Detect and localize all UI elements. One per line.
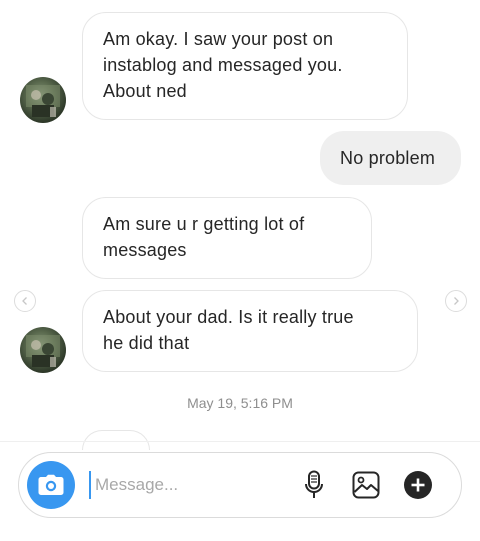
- message-composer: [18, 452, 462, 518]
- message-bubble-incoming[interactable]: Am okay. I saw your post on instablog an…: [82, 12, 408, 120]
- plus-icon: [404, 471, 432, 499]
- message-bubble-partial: [82, 430, 150, 450]
- microphone-icon: [305, 470, 323, 498]
- add-button[interactable]: [403, 470, 433, 500]
- message-bubble-outgoing[interactable]: No problem: [320, 131, 461, 185]
- message-timestamp: May 19, 5:16 PM: [187, 395, 293, 411]
- camera-icon: [38, 474, 64, 495]
- avatar[interactable]: [20, 327, 66, 373]
- gallery-icon: [352, 471, 380, 499]
- avatar[interactable]: [20, 77, 66, 123]
- message-bubble-incoming[interactable]: About your dad. Is it really true he did…: [82, 290, 418, 372]
- gallery-button[interactable]: [351, 470, 381, 500]
- message-bubble-incoming[interactable]: Am sure u r getting lot of messages: [82, 197, 372, 279]
- divider: [0, 441, 480, 442]
- camera-button[interactable]: [27, 461, 75, 509]
- previous-arrow-icon[interactable]: [14, 290, 36, 312]
- message-input[interactable]: [89, 471, 269, 499]
- next-arrow-icon[interactable]: [445, 290, 467, 312]
- microphone-button[interactable]: [299, 470, 329, 500]
